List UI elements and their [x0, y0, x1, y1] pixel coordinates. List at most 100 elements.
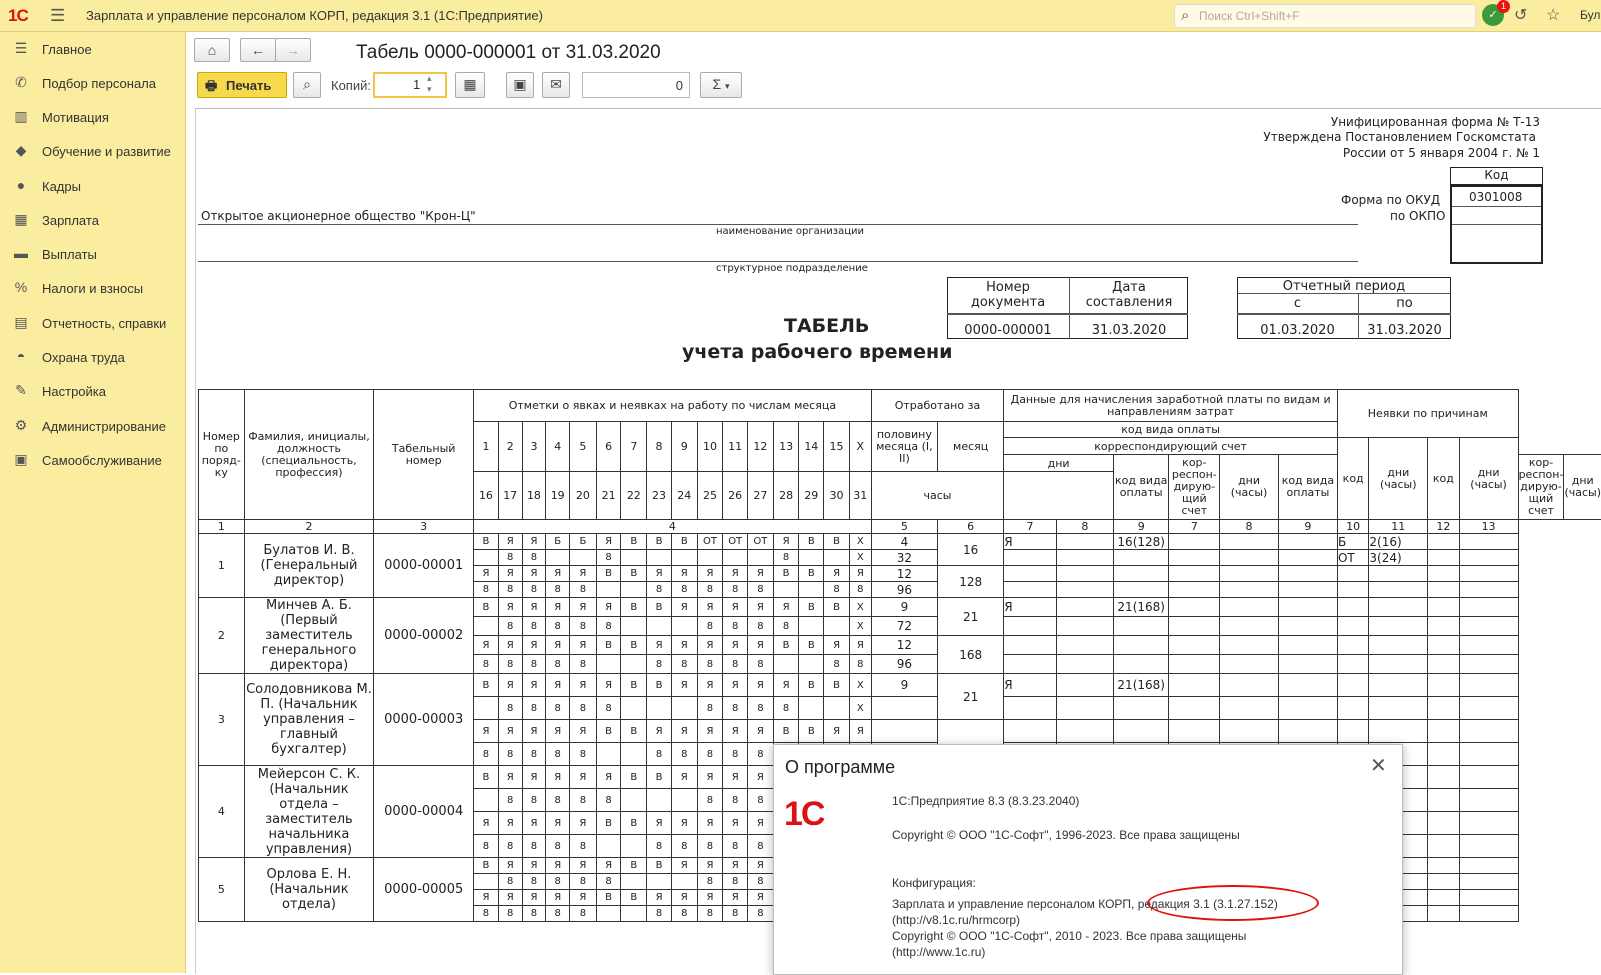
- sidebar-item-label: Отчетность, справки: [42, 316, 166, 331]
- config-url[interactable]: (http://v8.1c.ru/hrmcorp): [892, 913, 1020, 927]
- doc-date-header: Дата составления: [1070, 280, 1188, 310]
- sidebar-item-training[interactable]: ◆Обучение и развитие: [0, 136, 185, 166]
- forward-button[interactable]: →: [275, 38, 311, 62]
- print-button[interactable]: 🖶 Печать: [197, 72, 287, 98]
- absence-cell: [1459, 789, 1518, 812]
- day-mark: Я: [671, 636, 697, 655]
- sidebar-item-payments[interactable]: ▬Выплаты: [0, 239, 185, 269]
- day-mark: Х: [849, 598, 871, 617]
- day-mark: В: [596, 812, 621, 835]
- day-mark: [621, 582, 647, 598]
- day-mark: Я: [498, 812, 522, 835]
- day-mark: Я: [671, 812, 697, 835]
- day-mark: Я: [723, 858, 748, 874]
- sidebar-item-salary[interactable]: ▦Зарплата: [0, 205, 185, 235]
- stepper-up-icon[interactable]: ▴: [427, 73, 432, 84]
- day-mark: 8: [498, 789, 522, 812]
- close-icon[interactable]: ✕: [1370, 753, 1387, 778]
- day-mark: [474, 550, 499, 566]
- sum-field[interactable]: 0: [582, 72, 690, 98]
- pay-cell: [1278, 617, 1337, 636]
- header-day: 28: [773, 472, 799, 520]
- header-name: Фамилия, инициалы, должность (специально…: [244, 390, 374, 520]
- day-mark: [596, 655, 621, 674]
- notifications-icon[interactable]: ✓1: [1482, 4, 1504, 26]
- day-mark: Я: [773, 598, 799, 617]
- absence-cell: [1459, 874, 1518, 890]
- col-number: 7: [1004, 520, 1057, 534]
- edit-mode-button[interactable]: ▦: [455, 72, 485, 98]
- sidebar-item-recruiting[interactable]: ✆Подбор персонала: [0, 68, 185, 98]
- pay-cell: [1056, 720, 1113, 743]
- day-mark: В: [799, 674, 824, 697]
- preview-button[interactable]: ⌕: [293, 72, 321, 98]
- table-row: 1Булатов И. В. (Генеральный директор)000…: [199, 534, 1601, 550]
- day-mark: 8: [697, 743, 723, 766]
- day-mark: Я: [498, 674, 522, 697]
- day-mark: 8: [498, 835, 522, 858]
- day-mark: 8: [522, 582, 546, 598]
- day-mark: Я: [647, 720, 672, 743]
- email-button[interactable]: ✉: [542, 72, 570, 98]
- sidebar-item-selfservice[interactable]: ▣Самообслуживание: [0, 445, 185, 475]
- sum-dropdown-button[interactable]: Σ ▾: [700, 72, 742, 98]
- half-month-value: 4: [871, 534, 937, 550]
- form-title: ТАБЕЛЬ: [784, 315, 869, 337]
- day-mark: Я: [546, 636, 570, 655]
- day-mark: Я: [596, 674, 621, 697]
- user-name[interactable]: Бул: [1580, 8, 1600, 22]
- day-mark: В: [596, 566, 621, 582]
- main-menu-icon[interactable]: ☰: [50, 6, 65, 26]
- home-button[interactable]: ⌂: [194, 38, 230, 62]
- day-mark: Я: [748, 636, 774, 655]
- absence-cell: [1337, 655, 1368, 674]
- pay-cell: [1220, 566, 1279, 582]
- header-abs-days: дни (часы): [1369, 438, 1428, 520]
- col-number: 7: [1169, 520, 1220, 534]
- save-button[interactable]: ▣: [506, 72, 534, 98]
- vendor-url[interactable]: (http://www.1c.ru): [892, 945, 985, 959]
- favorites-icon[interactable]: ☆: [1546, 5, 1560, 25]
- sidebar-item-hr[interactable]: ●Кадры: [0, 171, 185, 201]
- sidebar-item-motivation[interactable]: ▥Мотивация: [0, 102, 185, 132]
- day-mark: Х: [849, 534, 871, 550]
- corr-account: [1056, 674, 1113, 697]
- header-abs-code: код: [1337, 438, 1368, 520]
- pay-cell: [1220, 636, 1279, 655]
- sidebar-item-reports[interactable]: ▤Отчетность, справки: [0, 308, 185, 338]
- sidebar-item-safety[interactable]: ◓Охрана труда: [0, 342, 185, 372]
- header-day: 12: [748, 422, 774, 472]
- stepper-down-icon[interactable]: ▾: [427, 84, 432, 95]
- dialog-logo: 1С: [784, 795, 823, 834]
- day-mark: Я: [570, 812, 597, 835]
- percent-icon: %: [12, 279, 30, 295]
- day-mark: 8: [748, 789, 774, 812]
- sidebar-item-settings[interactable]: ✎Настройка: [0, 376, 185, 406]
- absence-cell: [1428, 835, 1459, 858]
- day-mark: В: [596, 636, 621, 655]
- back-button[interactable]: ←: [240, 38, 276, 62]
- day-mark: В: [474, 674, 499, 697]
- pay-cell: [1169, 655, 1220, 674]
- copies-stepper[interactable]: 1 ▴ ▾: [373, 72, 447, 98]
- sum-value: 0: [676, 78, 683, 93]
- day-mark: Я: [596, 766, 621, 789]
- day-mark: Я: [546, 858, 570, 874]
- sidebar-item-admin[interactable]: ⚙Администрирование: [0, 411, 185, 441]
- day-mark: 8: [522, 835, 546, 858]
- search-input[interactable]: ⌕ Поиск Ctrl+Shift+F: [1174, 4, 1476, 28]
- helmet-icon: ◓: [12, 348, 30, 364]
- day-mark: Я: [498, 566, 522, 582]
- sidebar-item-taxes[interactable]: %Налоги и взносы: [0, 273, 185, 303]
- absence-cell: [1369, 582, 1428, 598]
- day-mark: Я: [546, 674, 570, 697]
- sidebar-item-main[interactable]: ☰Главное: [0, 34, 185, 64]
- day-mark: В: [799, 720, 824, 743]
- pay-cell: [1056, 582, 1113, 598]
- day-mark: Я: [723, 890, 748, 906]
- absence-cell: [1459, 566, 1518, 582]
- half-month-value: [871, 720, 937, 743]
- day-mark: 8: [723, 617, 748, 636]
- absence-cell: [1337, 582, 1368, 598]
- history-icon[interactable]: ↺: [1514, 5, 1527, 25]
